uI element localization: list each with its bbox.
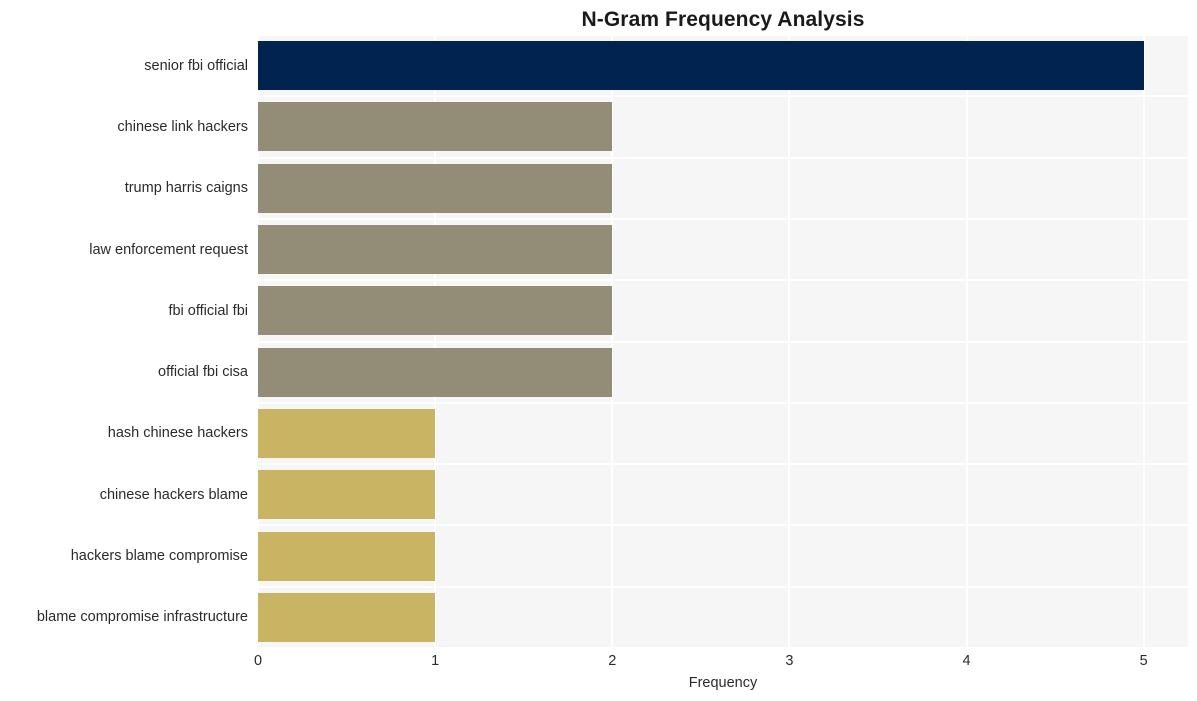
- x-axis-tick-label: 0: [253, 653, 263, 669]
- x-axis-tick-label: 1: [431, 653, 440, 669]
- bar[interactable]: [258, 41, 1144, 91]
- y-gridline: [258, 95, 1188, 98]
- y-axis-tick-label: chinese hackers blame: [99, 486, 248, 503]
- x-axis-tick-label: 4: [962, 653, 971, 669]
- x-axis-tick-label: 5: [1139, 653, 1148, 669]
- bar[interactable]: [258, 286, 613, 336]
- y-axis-tick-label: law enforcement request: [89, 241, 248, 258]
- y-gridline: [258, 524, 1188, 527]
- x-axis-tick-label: 3: [785, 653, 794, 669]
- bar[interactable]: [258, 102, 613, 152]
- y-gridline: [258, 647, 1188, 648]
- x-axis-title: Frequency: [688, 675, 758, 691]
- bar[interactable]: [258, 408, 436, 458]
- y-gridline: [258, 463, 1188, 466]
- y-axis-tick-label: fbi official fbi: [168, 302, 248, 319]
- bar[interactable]: [258, 347, 613, 397]
- y-gridline: [258, 401, 1188, 404]
- y-gridline: [258, 585, 1188, 588]
- y-gridline: [258, 35, 1188, 36]
- y-axis-tick-label: hackers blame compromise: [70, 548, 248, 565]
- y-axis-tick-label: hash chinese hackers: [107, 425, 248, 442]
- x-axis-tick-label: 2: [608, 653, 617, 669]
- ngram-frequency-chart: N-Gram Frequency Analysis senior fbi off…: [0, 0, 1197, 701]
- bar[interactable]: [258, 531, 436, 581]
- chart-title: N-Gram Frequency Analysis: [581, 8, 865, 31]
- y-axis-tick-label: chinese link hackers: [117, 118, 248, 135]
- y-gridline: [258, 217, 1188, 220]
- y-axis-tick-label: senior fbi official: [144, 57, 248, 74]
- y-gridline: [258, 340, 1188, 343]
- y-axis-tick-label: trump harris caigns: [124, 180, 248, 197]
- bar[interactable]: [258, 163, 613, 213]
- y-gridline: [258, 279, 1188, 282]
- bar[interactable]: [258, 225, 613, 275]
- bar[interactable]: [258, 592, 436, 642]
- bar[interactable]: [258, 470, 436, 520]
- y-axis-tick-label: blame compromise infrastructure: [36, 609, 248, 626]
- y-axis-tick-label: official fbi cisa: [158, 364, 248, 381]
- plot-area: [258, 35, 1188, 648]
- y-gridline: [258, 156, 1188, 159]
